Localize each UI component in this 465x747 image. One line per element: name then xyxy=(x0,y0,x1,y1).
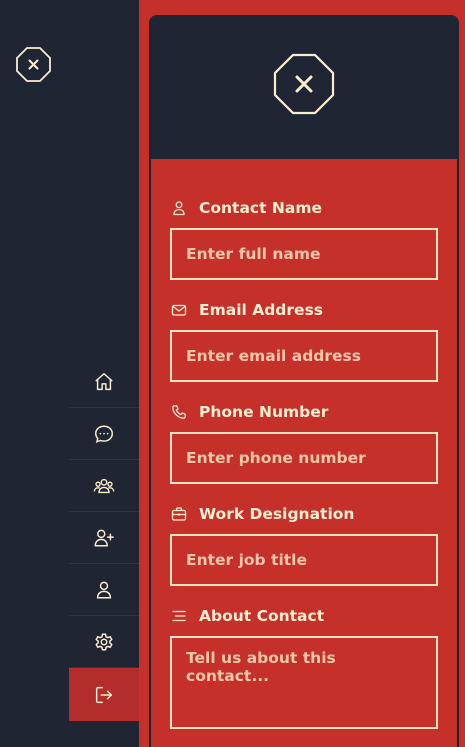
sidebar-item-groups[interactable] xyxy=(69,460,139,512)
sidebar-item-messages[interactable] xyxy=(69,408,139,460)
sidebar xyxy=(0,0,139,747)
sidebar-item-logout[interactable] xyxy=(69,668,139,721)
sidebar-item-profile[interactable] xyxy=(69,564,139,616)
field-phone: Phone Number Enter phone number xyxy=(170,403,438,484)
home-icon xyxy=(95,372,113,390)
sidebar-item-home[interactable] xyxy=(69,356,139,408)
mail-icon xyxy=(171,304,187,316)
chat-bubble-icon xyxy=(95,424,113,443)
sidebar-item-settings[interactable] xyxy=(69,616,139,668)
phone-input[interactable]: Enter phone number xyxy=(170,432,438,484)
contact-name-placeholder: Enter full name xyxy=(186,245,321,263)
email-placeholder: Enter email address xyxy=(186,347,361,365)
phone-label: Phone Number xyxy=(199,403,329,421)
align-icon xyxy=(172,610,186,622)
about-textarea[interactable]: Tell us about this contact... xyxy=(170,636,438,729)
sidebar-item-add-user[interactable] xyxy=(69,512,139,564)
about-placeholder: Tell us about this contact... xyxy=(186,649,336,685)
briefcase-icon xyxy=(171,507,187,521)
field-label: Email Address xyxy=(170,301,438,319)
field-label: Work Designation xyxy=(170,505,438,523)
about-label: About Contact xyxy=(199,607,325,625)
users-icon xyxy=(93,478,115,493)
email-input[interactable]: Enter email address xyxy=(170,330,438,382)
field-email: Email Address Enter email address xyxy=(170,301,438,382)
user-icon xyxy=(173,201,185,216)
phone-placeholder: Enter phone number xyxy=(186,449,366,467)
close-octagon-icon[interactable] xyxy=(272,52,336,116)
logout-icon xyxy=(95,686,113,703)
gear-icon xyxy=(95,632,113,651)
field-about: About Contact Tell us about this contact… xyxy=(170,607,438,729)
contact-form: Contact Name Enter full name Email Addre… xyxy=(170,199,438,747)
work-label: Work Designation xyxy=(199,505,355,523)
field-label: Contact Name xyxy=(170,199,438,217)
user-icon xyxy=(96,581,112,599)
work-input[interactable]: Enter job title xyxy=(170,534,438,586)
app-root: Contact Name Enter full name Email Addre… xyxy=(0,0,465,747)
field-contact-name: Contact Name Enter full name xyxy=(170,199,438,280)
close-octagon-icon[interactable] xyxy=(15,46,52,83)
user-plus-icon xyxy=(94,529,114,547)
work-placeholder: Enter job title xyxy=(186,551,307,569)
phone-icon xyxy=(172,405,186,419)
field-label: Phone Number xyxy=(170,403,438,421)
sidebar-nav xyxy=(69,356,139,721)
contact-name-input[interactable]: Enter full name xyxy=(170,228,438,280)
email-label: Email Address xyxy=(199,301,324,319)
contact-name-label: Contact Name xyxy=(199,199,323,217)
field-label: About Contact xyxy=(170,607,438,625)
panel-header xyxy=(151,17,457,159)
field-work: Work Designation Enter job title xyxy=(170,505,438,586)
